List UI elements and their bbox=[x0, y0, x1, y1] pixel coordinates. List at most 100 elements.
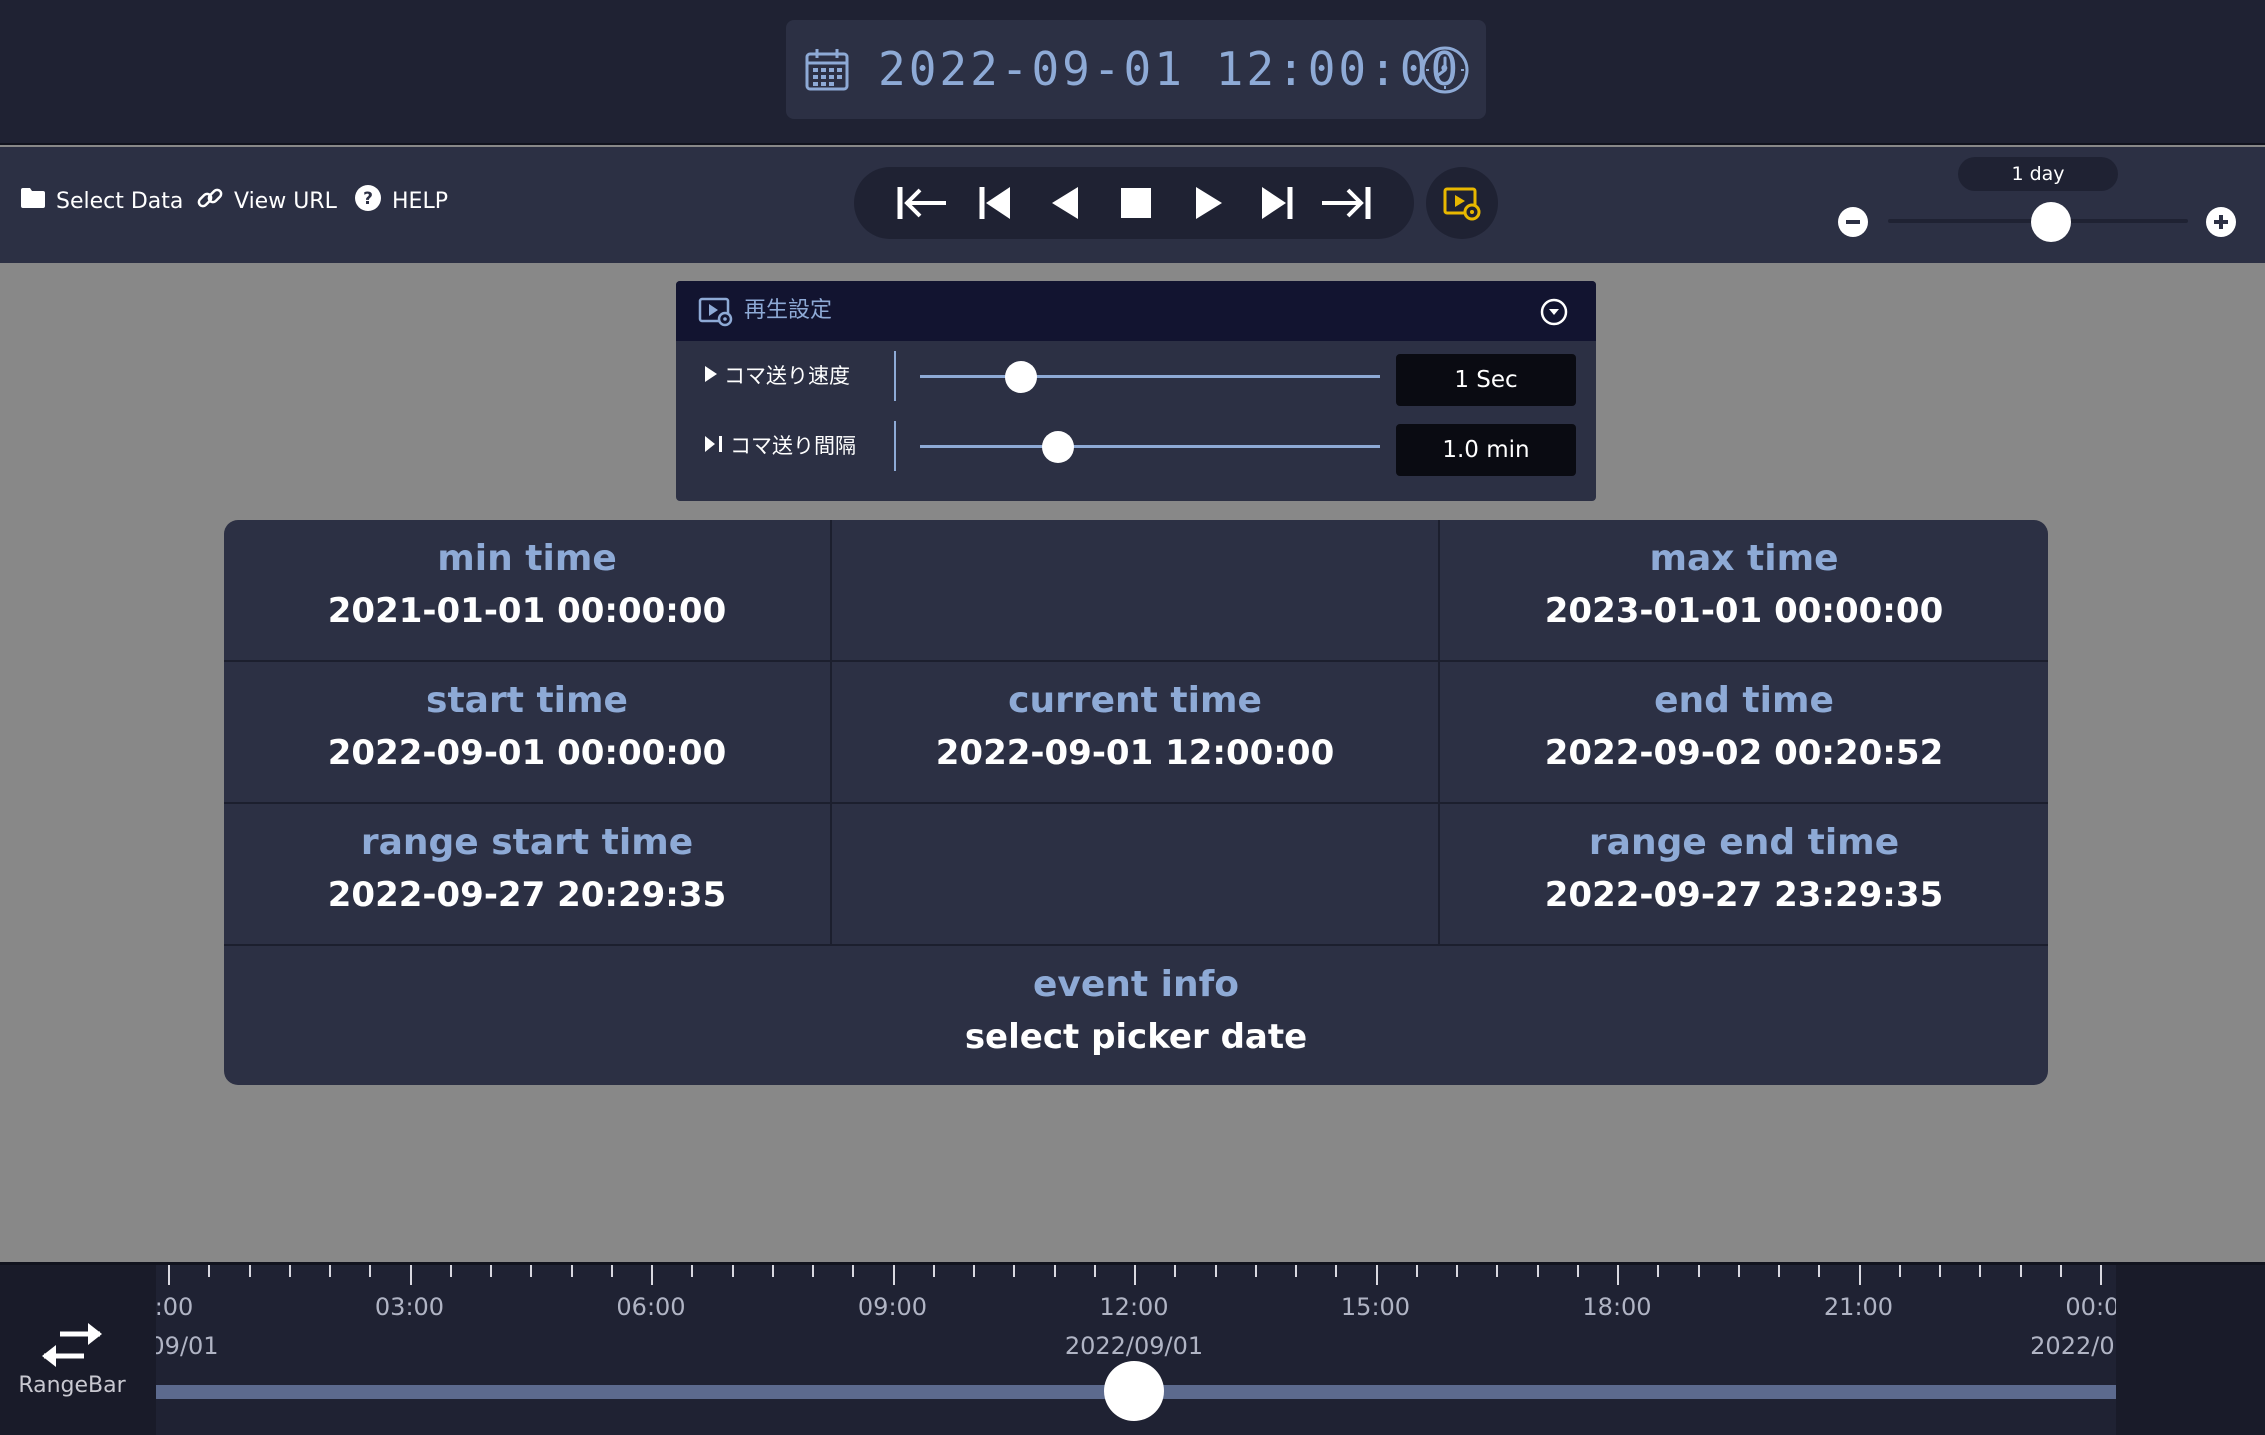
minor-tick bbox=[1415, 1265, 1418, 1277]
minor-tick bbox=[1898, 1265, 1901, 1277]
minor-tick bbox=[1174, 1265, 1177, 1277]
minor-tick bbox=[2059, 1265, 2062, 1277]
divider bbox=[894, 421, 896, 471]
minor-tick bbox=[1335, 1265, 1338, 1277]
frame-speed-slider-track[interactable] bbox=[920, 375, 1380, 378]
timeline-hour-label: 03:00 bbox=[374, 1293, 445, 1321]
major-tick bbox=[651, 1265, 653, 1285]
time-info-table: min time 2021-01-01 00:00:00 max time 20… bbox=[224, 520, 2048, 1085]
minor-tick bbox=[973, 1265, 975, 1277]
major-tick bbox=[1858, 1265, 1861, 1285]
timeline-hour-label: :00 bbox=[156, 1293, 194, 1321]
end-time-value: 2022-09-02 00:20:52 bbox=[1544, 733, 1944, 773]
frame-interval-value: 1.0 min bbox=[1396, 424, 1576, 476]
minor-tick bbox=[1939, 1265, 1941, 1277]
start-time-label: start time bbox=[426, 680, 628, 721]
step-to-first-icon[interactable] bbox=[970, 183, 1022, 223]
major-tick bbox=[892, 1265, 895, 1285]
current-datetime-text[interactable]: 2022-09-01 12:00:00 bbox=[878, 20, 1461, 119]
minor-tick bbox=[1576, 1265, 1579, 1277]
play-small-icon bbox=[704, 341, 718, 411]
current-time-value: 2022-09-01 12:00:00 bbox=[935, 733, 1335, 773]
view-url-label: View URL bbox=[234, 188, 337, 214]
minor-tick bbox=[208, 1265, 211, 1277]
major-tick bbox=[1617, 1265, 1619, 1285]
minor-tick bbox=[1536, 1265, 1539, 1277]
rangebar-toggle[interactable]: RangeBar bbox=[0, 1265, 156, 1435]
frame-interval-label-wrap: コマ送り間隔 bbox=[704, 411, 856, 481]
timeline-date-label: 09/01 bbox=[156, 1332, 219, 1360]
jump-to-start-icon[interactable] bbox=[896, 183, 948, 223]
play-reverse-icon[interactable] bbox=[1040, 183, 1092, 223]
minor-tick bbox=[329, 1265, 331, 1277]
jump-to-end-icon[interactable] bbox=[1320, 183, 1372, 223]
minor-tick bbox=[691, 1265, 694, 1277]
range-end-label: range end time bbox=[1588, 822, 1900, 863]
playback-settings-panel: 再生設定 コマ送り速度 1 Sec コマ送り間隔 1.0 min bbox=[676, 281, 1596, 501]
minor-tick bbox=[1818, 1265, 1821, 1277]
minor-tick bbox=[490, 1265, 492, 1277]
major-tick bbox=[168, 1265, 170, 1285]
end-time-label: end time bbox=[1654, 680, 1834, 721]
panel-title: 再生設定 bbox=[744, 298, 833, 323]
range-start-cell: range start time 2022-09-27 20:29:35 bbox=[224, 804, 832, 946]
minor-tick bbox=[1778, 1265, 1780, 1277]
frame-interval-slider-thumb[interactable] bbox=[1042, 431, 1074, 463]
minor-tick bbox=[1214, 1265, 1217, 1277]
minor-tick bbox=[369, 1265, 372, 1277]
play-icon[interactable] bbox=[1182, 183, 1234, 223]
minor-tick bbox=[852, 1265, 855, 1277]
timeline-hour-label: 15:00 bbox=[1340, 1293, 1411, 1321]
timeline-thumb[interactable] bbox=[1104, 1361, 1164, 1421]
timeline-hour-label: 18:00 bbox=[1582, 1293, 1652, 1321]
frame-speed-label-wrap: コマ送り速度 bbox=[704, 341, 850, 411]
zoom-in-icon[interactable] bbox=[2206, 207, 2236, 241]
select-data-button[interactable]: Select Data bbox=[20, 185, 183, 217]
major-tick bbox=[2100, 1265, 2102, 1285]
timeline-hour-label: 00:00 bbox=[2065, 1293, 2116, 1321]
current-time-label: current time bbox=[1008, 680, 1262, 721]
step-to-last-icon[interactable] bbox=[1250, 183, 1302, 223]
stop-icon[interactable] bbox=[1110, 183, 1162, 223]
svg-text:?: ? bbox=[363, 189, 373, 209]
view-url-button[interactable]: View URL bbox=[196, 185, 337, 217]
frame-interval-row: コマ送り間隔 1.0 min bbox=[676, 411, 1596, 481]
minor-tick bbox=[932, 1265, 935, 1277]
frame-interval-slider-track[interactable] bbox=[920, 445, 1380, 448]
minor-tick bbox=[1295, 1265, 1297, 1277]
playback-settings-button[interactable] bbox=[1426, 167, 1498, 239]
select-data-label: Select Data bbox=[56, 188, 184, 214]
rangebar-right-panel bbox=[2116, 1265, 2265, 1435]
rangebar-label: RangeBar bbox=[18, 1373, 126, 1398]
timeline-date-label: 2022/09 bbox=[2030, 1332, 2116, 1360]
start-time-value: 2022-09-01 00:00:00 bbox=[327, 733, 727, 773]
event-info-cell: event info select picker date bbox=[224, 946, 2048, 1085]
minor-tick bbox=[1093, 1265, 1096, 1277]
zoom-out-icon[interactable] bbox=[1838, 207, 1868, 241]
help-button[interactable]: ? HELP bbox=[354, 185, 448, 217]
zoom-level-label: 1 day bbox=[1958, 157, 2118, 191]
clock-icon[interactable] bbox=[1420, 45, 1470, 99]
frame-speed-slider-thumb[interactable] bbox=[1005, 361, 1038, 393]
datetime-display[interactable]: 2022-09-01 12:00:00 bbox=[786, 20, 1486, 119]
calendar-icon[interactable] bbox=[804, 48, 850, 96]
divider bbox=[894, 351, 896, 401]
step-small-icon bbox=[704, 411, 724, 481]
help-label: HELP bbox=[392, 188, 448, 214]
min-time-cell: min time 2021-01-01 00:00:00 bbox=[224, 520, 832, 662]
minor-tick bbox=[1979, 1265, 1982, 1277]
range-end-value: 2022-09-27 23:29:35 bbox=[1544, 875, 1944, 915]
timeline[interactable]: :00 03:00 06:00 09:00 12:00 15:00 18:00 21:00 00… bbox=[156, 1265, 2116, 1435]
end-time-cell: end time 2022-09-02 00:20:52 bbox=[1440, 662, 2048, 804]
minor-tick bbox=[1053, 1265, 1056, 1277]
help-icon: ? bbox=[354, 184, 382, 218]
minor-tick bbox=[530, 1265, 533, 1277]
range-bar: RangeBar :00 03:00 06:00 09:00 12:00 15:00 18:… bbox=[0, 1262, 2265, 1435]
minor-tick bbox=[1456, 1265, 1458, 1277]
min-time-value: 2021-01-01 00:00:00 bbox=[327, 591, 727, 631]
zoom-slider-thumb[interactable] bbox=[2031, 202, 2071, 242]
playback-controls bbox=[854, 167, 1414, 239]
minor-tick bbox=[1657, 1265, 1660, 1277]
major-tick bbox=[1134, 1265, 1136, 1285]
collapse-icon[interactable] bbox=[1540, 298, 1568, 330]
